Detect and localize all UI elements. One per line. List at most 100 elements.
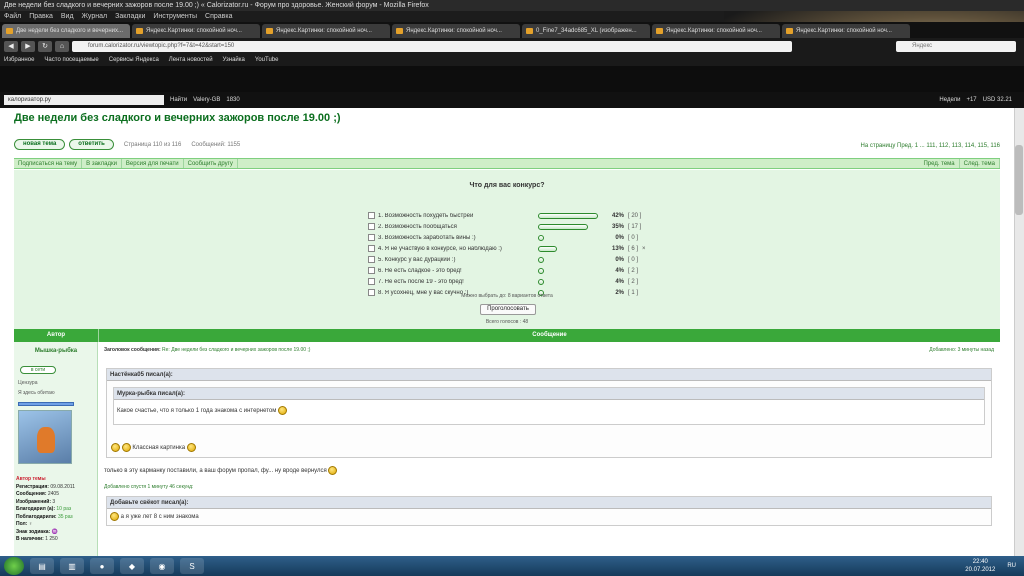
folder-icon[interactable]: ▥ xyxy=(60,558,84,574)
poll-count: [ 6 ] xyxy=(628,245,639,252)
pagination[interactable]: На страницу Пред. 1 ... 111, 112, 113, 1… xyxy=(860,143,1000,149)
explorer-icon[interactable]: ▤ xyxy=(30,558,54,574)
home-icon[interactable]: ⌂ xyxy=(55,40,69,52)
bookmark-item[interactable]: Часто посещаемые xyxy=(44,54,98,66)
laugh-icon xyxy=(186,443,196,452)
menu-file[interactable]: Файл xyxy=(4,11,21,22)
navigation-bar: ◀ ▶ ↻ ⌂ forum.calorizator.ru/viewtopic.p… xyxy=(0,38,1024,54)
poll-checkbox[interactable] xyxy=(368,245,375,252)
url-input[interactable]: forum.calorizator.ru/viewtopic.php?f=7&t… xyxy=(72,40,792,52)
reload-icon[interactable]: ↻ xyxy=(38,40,52,52)
firefox-icon[interactable]: ● xyxy=(90,558,114,574)
bookmark-item[interactable]: Избранное xyxy=(4,54,34,66)
poll-count: [ 0 ] xyxy=(628,234,639,241)
poll-bar-fill xyxy=(538,245,557,252)
menu-view[interactable]: Вид xyxy=(61,11,74,22)
start-button-icon[interactable] xyxy=(4,557,24,575)
forward-icon[interactable]: ▶ xyxy=(21,40,35,52)
tab-active[interactable]: Две недели без сладкого и вечерних... xyxy=(2,24,130,38)
reply-button[interactable]: ответить xyxy=(69,139,114,150)
next-topic-link[interactable]: След. тема xyxy=(960,159,1000,168)
new-topic-button[interactable]: новая тема xyxy=(14,139,66,150)
author-stat: Регистрация: 09.08.2011 xyxy=(16,484,75,492)
menu-edit[interactable]: Правка xyxy=(29,11,53,22)
menu-bookmarks[interactable]: Закладки xyxy=(115,11,145,22)
avatar[interactable] xyxy=(18,410,72,464)
poll-checkbox[interactable] xyxy=(368,278,375,285)
tab[interactable]: Яндекс.Картинки: спокойной ноч... xyxy=(262,24,390,38)
messages-info: Сообщений: 1155 xyxy=(191,141,241,148)
bookmark-item[interactable]: YouTube xyxy=(255,54,279,66)
bookmark-item[interactable]: Сервисы Яндекса xyxy=(109,54,159,66)
prev-topic-link[interactable]: Пред. тема xyxy=(919,159,960,168)
poll-checkbox[interactable] xyxy=(368,256,375,263)
bookmark-item[interactable]: Лента новостей xyxy=(169,54,213,66)
nested-quote-text-wrap: Какое счастье, что я только 1 года знако… xyxy=(114,400,984,421)
skype-icon[interactable]: S xyxy=(180,558,204,574)
poll-checkbox[interactable] xyxy=(368,234,375,241)
author-name[interactable]: Мышка-рыбка xyxy=(14,348,98,354)
online-button[interactable]: в сети xyxy=(20,366,56,374)
tab[interactable]: Яндекс.Картинки: спокойной ноч... xyxy=(392,24,520,38)
search-input[interactable]: Яндекс xyxy=(896,40,1016,52)
usd-rate: USD 32.21 xyxy=(982,97,1012,103)
mail-count[interactable]: 1830 xyxy=(226,97,239,103)
menu-help[interactable]: Справка xyxy=(205,11,232,22)
clock[interactable]: 22:40 20.07.2012 xyxy=(965,558,995,574)
poll-percent: 0% xyxy=(615,234,624,241)
print-link[interactable]: Версия для печати xyxy=(122,159,184,168)
poll-option[interactable]: 4. Я не участвую в конкурсе, но наблюдаю… xyxy=(368,244,646,253)
media-player-icon[interactable]: ◉ xyxy=(150,558,174,574)
hat-smile-icon xyxy=(328,466,338,475)
poll-bar-fill xyxy=(538,278,544,285)
poll-option[interactable]: 1. Возможность похудеть быстрей 42% [ 20 ] xyxy=(368,211,641,220)
poll-bar xyxy=(538,212,598,219)
site-field[interactable]: калоризатор.ру xyxy=(4,95,164,105)
poll-option[interactable]: 6. Не есть сладкое - это бред! 4% [ 2 ] xyxy=(368,266,638,275)
language-indicator[interactable]: RU xyxy=(1007,563,1016,569)
back-icon[interactable]: ◀ xyxy=(4,40,18,52)
quote-reply-text: Классная картинка xyxy=(132,445,186,452)
subscribe-link[interactable]: Подписаться на тему xyxy=(14,159,83,168)
yandex-toolbar: калоризатор.ру Найти Valery-GB 1830 Неде… xyxy=(0,92,1024,108)
user-label[interactable]: Valery-GB xyxy=(193,97,220,103)
author-stat-key: Автор темы xyxy=(16,476,46,482)
post-date: Добавлено: 3 минуты назад xyxy=(929,347,994,353)
author-stat-value: 1 250 xyxy=(45,536,58,542)
tab[interactable]: Яндекс.Картинки: спокойной ноч... xyxy=(782,24,910,38)
poll-checkbox[interactable] xyxy=(368,212,375,219)
poll-bar xyxy=(538,256,598,263)
poll-option[interactable]: 7. Не есть после 19 - это бред! 4% [ 2 ] xyxy=(368,277,638,286)
tab[interactable]: Яндекс.Картинки: спокойной ноч... xyxy=(132,24,260,38)
batman-icon[interactable]: ◆ xyxy=(120,558,144,574)
poll-checkbox[interactable] xyxy=(368,267,375,274)
menu-history[interactable]: Журнал xyxy=(82,11,108,22)
vote-button[interactable]: Проголосовать xyxy=(480,304,536,315)
tab[interactable]: Яндекс.Картинки: спокойной ноч... xyxy=(652,24,780,38)
nested-quote-text: Какое счастье, что я только 1 года знако… xyxy=(117,408,277,415)
weather-label: Недели xyxy=(939,97,961,103)
taskbar: ▤ ▥ ● ◆ ◉ S 22:40 20.07.2012 RU xyxy=(0,556,1024,576)
author-stat: Изображений: 3 xyxy=(16,499,75,507)
tab[interactable]: 0_Fine7_34adc685_XL (изображен... xyxy=(522,24,650,38)
poll-option[interactable]: 5. Конкурс у вас дурацкий :) 0% [ 0 ] xyxy=(368,255,638,264)
scrollbar-thumb[interactable] xyxy=(1015,145,1023,215)
bookmark-link[interactable]: В закладки xyxy=(82,159,122,168)
poll-option-label: 3. Возможность заработать вины :) xyxy=(378,234,476,241)
post-subject[interactable]: Re: Две недели без сладкого и вечерних з… xyxy=(162,347,310,353)
poll-option[interactable]: 2. Возможность пообщаться 35% [ 17 ] xyxy=(368,222,641,231)
bookmark-item[interactable]: Узнайка xyxy=(223,54,245,66)
poll-bar-fill xyxy=(538,212,598,219)
page-title[interactable]: Две недели без сладкого и вечерних зажор… xyxy=(14,112,341,124)
poll-option[interactable]: 3. Возможность заработать вины :) 0% [ 0 ] xyxy=(368,233,638,242)
poll-bar xyxy=(538,267,598,274)
find-button[interactable]: Найти xyxy=(170,97,187,103)
poll-count: [ 20 ] xyxy=(628,212,642,219)
poll-checkbox[interactable] xyxy=(368,223,375,230)
tell-friend-link[interactable]: Сообщить другу xyxy=(184,159,238,168)
poll-total: Всего голосов : 48 xyxy=(485,319,529,325)
poll-count: [ 2 ] xyxy=(628,267,639,274)
menu-tools[interactable]: Инструменты xyxy=(153,11,197,22)
forum-page: Две недели без сладкого и вечерних зажор… xyxy=(0,108,1014,556)
poll-option-label: 2. Возможность пообщаться xyxy=(378,223,457,230)
